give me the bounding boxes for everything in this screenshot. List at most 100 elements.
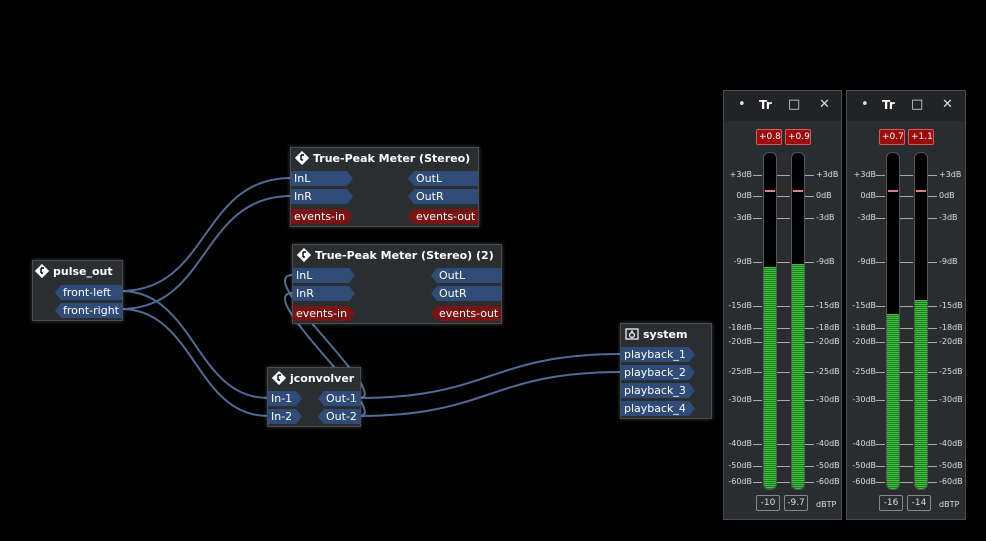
- port-outr[interactable]: OutR: [431, 286, 501, 301]
- scale-tick: [777, 466, 790, 467]
- menu-dot-icon[interactable]: •: [738, 97, 746, 112]
- port-outl[interactable]: OutL: [408, 171, 478, 186]
- port-playback-2[interactable]: playback_2: [621, 365, 695, 380]
- node-true-peak-meter-1[interactable]: True-Peak Meter (Stereo) InL InR events-…: [290, 147, 479, 227]
- port-inr[interactable]: InR: [291, 189, 353, 204]
- meter-titlebar[interactable]: • Tr □ ✕: [724, 91, 841, 121]
- port-outr[interactable]: OutR: [408, 189, 478, 204]
- node-pulse-out[interactable]: pulse_out front-left front-right: [32, 260, 123, 321]
- port-events-out[interactable]: events-out: [431, 306, 501, 321]
- scale-tick: [876, 400, 885, 401]
- restore-icon[interactable]: □: [788, 97, 800, 112]
- scale-tick: [876, 444, 885, 445]
- scale-tick: [805, 400, 814, 401]
- meter-window-1[interactable]: • Tr □ ✕ +0.8 +0.9 +3dB +3dB 0dB 0dB -3dB -3d…: [723, 90, 842, 520]
- scale-tick: [876, 175, 885, 176]
- scale-tick: [928, 175, 937, 176]
- scale-tick: [777, 400, 790, 401]
- port-events-out[interactable]: events-out: [408, 209, 478, 224]
- meter-fill-left: [764, 266, 776, 489]
- wire-front-right-to-jconvolver-in2: [120, 308, 269, 417]
- close-icon[interactable]: ✕: [819, 97, 830, 112]
- port-front-left[interactable]: front-left: [55, 285, 122, 300]
- port-inl[interactable]: InL: [291, 171, 353, 186]
- meter-fill-right: [792, 264, 804, 489]
- scale-label-right: 0dB: [939, 191, 955, 200]
- scale-label-right: -9dB: [816, 257, 835, 266]
- peak-indicator-left[interactable]: +0.7: [879, 129, 905, 145]
- unit-label: dBTP: [939, 500, 960, 509]
- port-playback-3[interactable]: playback_3: [621, 383, 695, 398]
- scale-tick: [753, 372, 762, 373]
- node-true-peak-meter-2[interactable]: True-Peak Meter (Stereo) (2) InL InR eve…: [292, 244, 502, 324]
- scale-label-right: -40dB: [816, 439, 840, 448]
- scale-tick: [876, 218, 885, 219]
- peak-indicator-right[interactable]: +0.9: [785, 129, 811, 145]
- node-jconvolver[interactable]: jconvolver In-1 In-2 Out-1 Out-2: [267, 367, 361, 427]
- port-outl[interactable]: OutL: [431, 268, 501, 283]
- scale-label-left: -30dB: [852, 395, 876, 404]
- peak-indicator-right[interactable]: +1.1: [908, 129, 934, 145]
- port-inr[interactable]: InR: [293, 286, 355, 301]
- port-in-1[interactable]: In-1: [268, 391, 302, 406]
- restore-icon[interactable]: □: [911, 97, 923, 112]
- node-title-text: True-Peak Meter (Stereo): [313, 152, 471, 165]
- scale-tick: [777, 328, 790, 329]
- scale-tick: [805, 482, 814, 483]
- scale-tick: [753, 328, 762, 329]
- node-title-text: jconvolver: [290, 372, 355, 385]
- menu-dot-icon[interactable]: •: [861, 97, 869, 112]
- scale-tick: [777, 196, 790, 197]
- scale-tick: [876, 196, 885, 197]
- scale-label-left: -50dB: [852, 461, 876, 470]
- scale-label-left: +3dB: [853, 170, 876, 179]
- scale-tick: [753, 218, 762, 219]
- port-inl[interactable]: InL: [293, 268, 355, 283]
- peak-indicator-left[interactable]: +0.8: [756, 129, 782, 145]
- node-system[interactable]: system playback_1 playback_2 playback_3 …: [620, 323, 712, 419]
- scale-label-right: -3dB: [816, 213, 835, 222]
- port-events-in[interactable]: events-in: [291, 209, 353, 224]
- port-playback-1[interactable]: playback_1: [621, 347, 695, 362]
- scale-tick: [753, 482, 762, 483]
- scale-tick: [805, 466, 814, 467]
- scale-label-right: -18dB: [939, 323, 963, 332]
- scale-tick: [876, 482, 885, 483]
- wire-jconvolver-out2-to-playback2: [358, 371, 622, 417]
- meter-titlebar[interactable]: • Tr □ ✕: [847, 91, 965, 121]
- port-out-2[interactable]: Out-2: [318, 409, 360, 424]
- unit-label: dBTP: [816, 500, 837, 509]
- scale-tick: [805, 175, 814, 176]
- port-out-1[interactable]: Out-1: [318, 391, 360, 406]
- scale-label-right: -40dB: [939, 439, 963, 448]
- close-icon[interactable]: ✕: [942, 97, 953, 112]
- scale-tick: [928, 196, 937, 197]
- scale-tick: [777, 444, 790, 445]
- node-title-text: system: [643, 328, 688, 341]
- scale-tick: [928, 328, 937, 329]
- speaker-icon: [625, 327, 639, 341]
- scale-label-right: -50dB: [939, 461, 963, 470]
- scale-tick: [900, 175, 913, 176]
- scale-label-left: -15dB: [728, 301, 752, 310]
- scale-tick: [805, 218, 814, 219]
- scale-tick: [753, 400, 762, 401]
- scale-tick: [753, 444, 762, 445]
- scale-label-right: -60dB: [816, 477, 840, 486]
- port-in-2[interactable]: In-2: [268, 409, 302, 424]
- port-events-in[interactable]: events-in: [293, 306, 355, 321]
- meter-window-2[interactable]: • Tr □ ✕ +0.7 +1.1 +3dB +3dB 0dB 0dB -3dB -3d…: [846, 90, 966, 520]
- scale-tick: [805, 372, 814, 373]
- scale-label-left: -3dB: [733, 213, 752, 222]
- port-playback-4[interactable]: playback_4: [621, 401, 695, 416]
- meter-bar-left: [763, 152, 777, 490]
- scale-label-left: +3dB: [729, 170, 752, 179]
- meter-fill-left: [887, 314, 899, 489]
- port-front-right[interactable]: front-right: [55, 303, 122, 318]
- scale-label-left: -60dB: [852, 477, 876, 486]
- scale-tick: [753, 175, 762, 176]
- scale-tick: [753, 262, 762, 263]
- scale-tick: [900, 306, 913, 307]
- node-title: True-Peak Meter (Stereo) (2): [295, 245, 494, 267]
- scale-label-right: -30dB: [816, 395, 840, 404]
